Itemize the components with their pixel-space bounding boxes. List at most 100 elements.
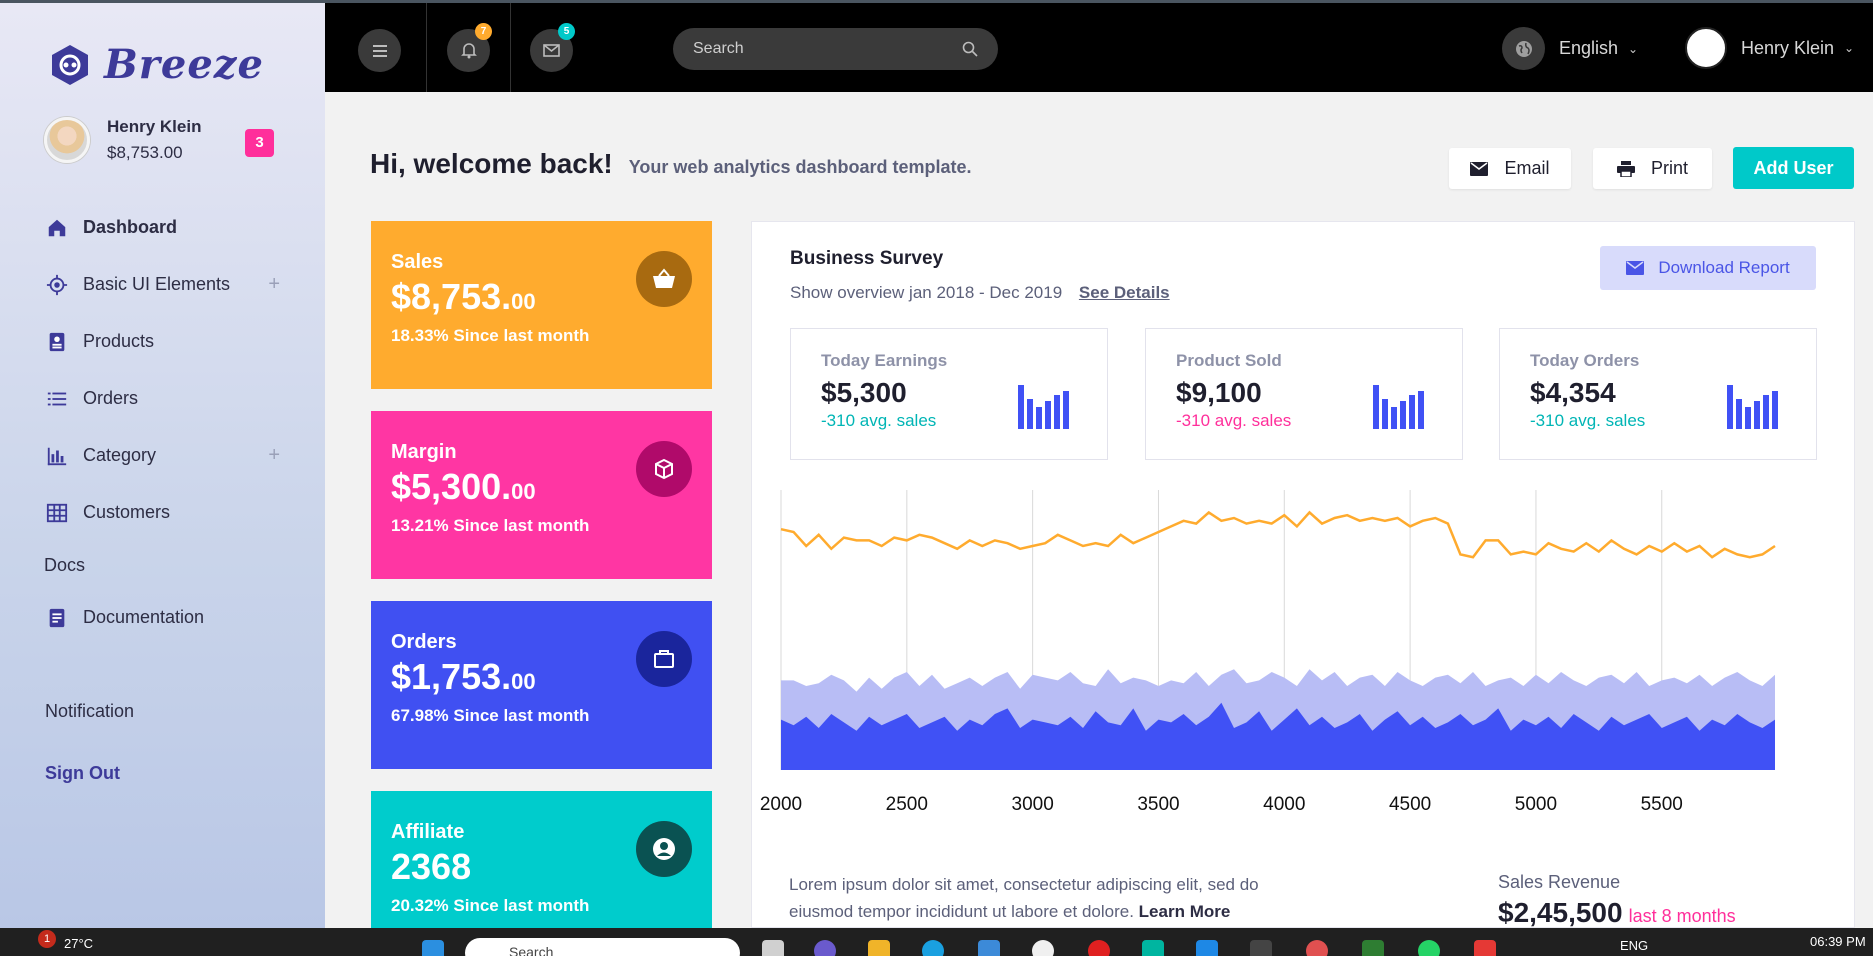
see-details-link[interactable]: See Details (1079, 283, 1170, 302)
printer-icon (1616, 160, 1635, 177)
sidebar-item-label: Category (83, 445, 157, 465)
sidebar-item-orders[interactable]: Orders (44, 370, 284, 427)
divider (426, 3, 427, 92)
page-subtitle: Your web analytics dashboard template. (628, 157, 972, 177)
x-tick-label: 5000 (1515, 794, 1557, 815)
sales-revenue-label: Sales Revenue (1498, 872, 1621, 892)
bell-icon (460, 43, 477, 59)
x-tick-label: 3500 (1137, 794, 1179, 815)
x-tick-label: 3000 (1012, 794, 1054, 815)
stat-change: 18.33% Since last month (391, 326, 590, 345)
card-title: Business Survey (790, 248, 944, 269)
page-header: Hi, welcome back! Your web analytics das… (370, 148, 972, 180)
sidebar-item-category[interactable]: Category + (44, 427, 284, 484)
sidebar: Breeze Henry Klein $8,753.00 3 Dashboard… (0, 3, 325, 928)
chrome-icon[interactable] (1306, 940, 1328, 956)
stat-card-sales[interactable]: Sales $8,753.00 18.33% Since last month (371, 221, 712, 389)
sidebar-notification[interactable]: Notification (45, 701, 134, 722)
language-selector[interactable]: English ⌄ (1502, 27, 1638, 70)
app-icon[interactable] (1362, 940, 1384, 956)
os-taskbar: 1 27°C Search ENG 06:39 PM (0, 928, 1873, 956)
app-icon[interactable] (1474, 940, 1496, 956)
stat-change: 67.98% Since last month (391, 706, 590, 725)
card-subtitle-text: Show overview jan 2018 - Dec 2019 (790, 283, 1063, 302)
notifications-button[interactable]: 7 (447, 23, 492, 72)
sidebar-item-label: Basic UI Elements (83, 274, 231, 294)
menu-toggle-button[interactable] (358, 29, 401, 72)
stat-card-orders[interactable]: Orders $1,753.00 67.98% Since last month (371, 601, 712, 769)
breeze-logo-icon (52, 44, 88, 85)
weather-temp: 27°C (64, 935, 94, 951)
brand-logo[interactable]: Breeze (48, 41, 264, 88)
terminal-icon[interactable] (1250, 940, 1272, 956)
mini-stat-label: Today Earnings (821, 351, 948, 370)
sidebar-item-label: Dashboard (83, 217, 178, 237)
sidebar-menu: Dashboard Basic UI Elements + Products O… (44, 199, 284, 646)
email-button[interactable]: Email (1449, 148, 1571, 189)
sidebar-profile[interactable]: Henry Klein $8,753.00 3 (44, 117, 284, 163)
x-tick-label: 2500 (886, 794, 928, 815)
bar-chart-icon (44, 443, 70, 469)
chat-app-icon[interactable] (814, 940, 836, 956)
sidebar-item-basic-ui-elements[interactable]: Basic UI Elements + (44, 256, 284, 313)
user-menu[interactable]: Henry Klein ⌄ (1685, 27, 1854, 69)
input-language[interactable]: ENG (1620, 938, 1648, 953)
x-tick-label: 5500 (1641, 794, 1683, 815)
sidebar-item-products[interactable]: Products (44, 313, 284, 370)
opera-icon[interactable] (1088, 940, 1110, 956)
clock[interactable]: 06:39 PM (1810, 934, 1866, 949)
expand-plus-icon[interactable]: + (268, 273, 280, 296)
chevron-down-icon: ⌄ (1844, 41, 1855, 55)
hamburger-icon (372, 44, 387, 57)
download-report-button[interactable]: Download Report (1600, 246, 1816, 290)
expand-plus-icon[interactable]: + (268, 444, 280, 467)
download-report-label: Download Report (1658, 258, 1790, 277)
sidebar-item-dashboard[interactable]: Dashboard (44, 199, 284, 256)
language-label: English (1559, 38, 1619, 58)
app-icon[interactable] (1142, 940, 1164, 956)
notifications-count-badge: 7 (475, 23, 492, 40)
store-icon[interactable] (978, 940, 1000, 956)
sidebar-item-documentation[interactable]: Documentation (44, 589, 284, 646)
whatsapp-icon[interactable] (1418, 940, 1440, 956)
print-button-label: Print (1650, 158, 1688, 178)
start-icon[interactable] (422, 940, 444, 956)
avatar (44, 117, 90, 163)
grid-icon (44, 500, 70, 526)
profile-badge[interactable]: 3 (245, 129, 274, 157)
learn-more-link[interactable]: Learn More (1139, 902, 1231, 921)
document-icon (44, 605, 70, 631)
stat-card-margin[interactable]: Margin $5,300.00 13.21% Since last month (371, 411, 712, 579)
messages-button[interactable]: 5 (530, 23, 575, 72)
profile-name: Henry Klein (107, 117, 202, 136)
survey-description: Lorem ipsum dolor sit amet, consectetur … (789, 871, 1259, 925)
search-input[interactable]: Search (673, 28, 998, 70)
chart-line-series-0 (780, 510, 1776, 559)
folder-icon[interactable] (868, 940, 890, 956)
avatar (1685, 27, 1727, 69)
taskbar-search[interactable]: Search (465, 938, 740, 956)
briefcase-icon (636, 631, 692, 687)
edge-browser-icon[interactable] (922, 940, 944, 956)
stat-card-affiliate[interactable]: Affiliate 2368 20.32% Since last month (371, 791, 712, 928)
email-button-label: Email (1504, 158, 1550, 178)
globe-icon (1502, 27, 1545, 70)
chevron-down-icon: ⌄ (1628, 41, 1639, 56)
add-user-button[interactable]: Add User (1733, 147, 1854, 189)
stat-change: 13.21% Since last month (391, 516, 590, 535)
x-tick-label: 4500 (1389, 794, 1431, 815)
sidebar-item-customers[interactable]: Customers (44, 484, 284, 541)
sales-revenue-period: last 8 months (1628, 906, 1736, 926)
github-icon[interactable] (1032, 940, 1054, 956)
weather-alert-badge: 1 (38, 930, 56, 948)
vscode-icon[interactable] (1196, 940, 1218, 956)
top-bar: 7 5 Search English ⌄ Henry Klein ⌄ (325, 3, 1873, 92)
cube-icon (636, 441, 692, 497)
print-button[interactable]: Print (1593, 148, 1712, 189)
sign-out-link[interactable]: Sign Out (45, 763, 120, 784)
mail-icon (543, 44, 560, 57)
files-app-icon[interactable] (762, 940, 784, 956)
weather-widget[interactable]: 1 27°C (38, 930, 94, 952)
search-icon (962, 41, 978, 57)
sales-revenue-value: $2,45,500 last 8 months (1498, 897, 1736, 929)
